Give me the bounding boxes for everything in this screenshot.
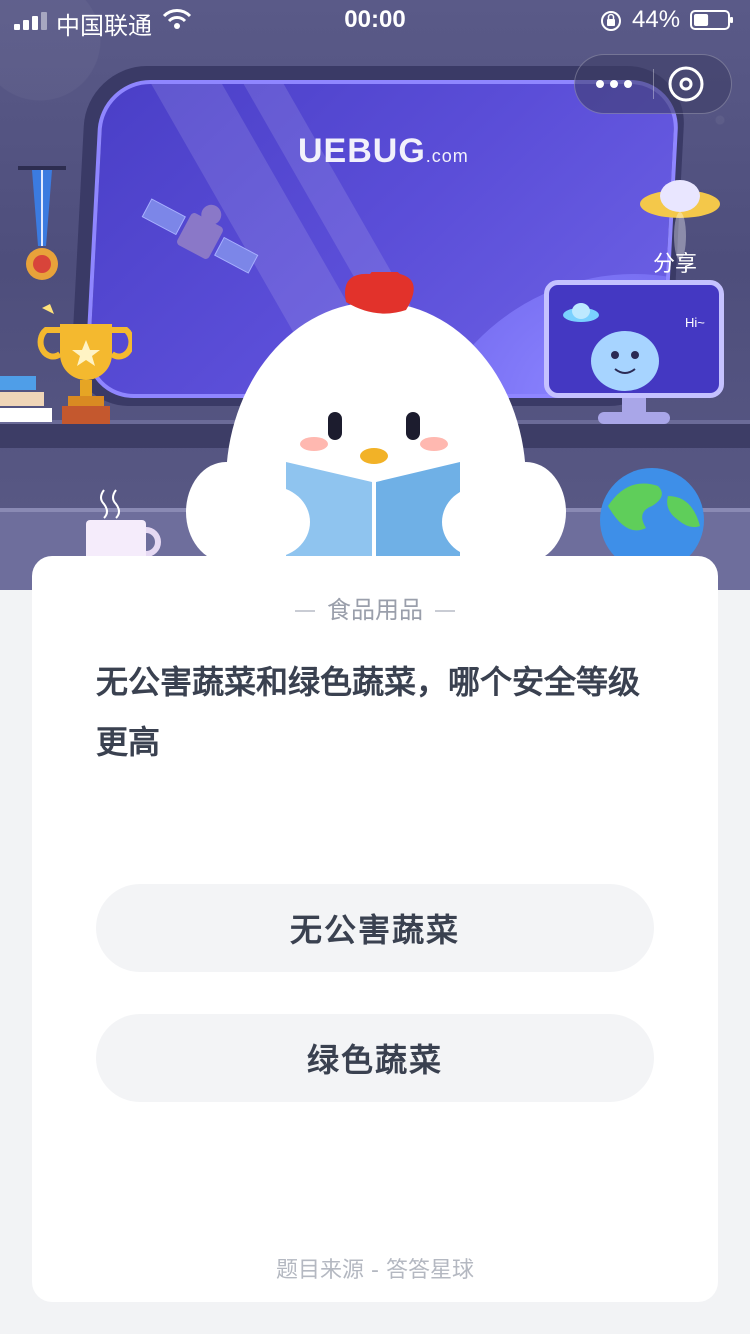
battery-icon (690, 10, 733, 30)
monitor-screen: Hi~ (544, 280, 724, 398)
status-bar: 中国联通 00:00 44% (0, 0, 750, 40)
answer-option-2[interactable]: 绿色蔬菜 (96, 1014, 654, 1102)
books-icon (0, 376, 52, 422)
logo: UEBUG.com (298, 132, 469, 170)
close-button[interactable] (667, 65, 705, 103)
more-dots-icon (596, 80, 604, 88)
alien-illustration (563, 303, 659, 391)
question-source: 题目来源 - 答答星球 (276, 1258, 474, 1283)
more-button[interactable] (575, 55, 653, 113)
hero-scene: UEBUG.com Hi~ 中国联通 00:00 44% (0, 0, 750, 590)
answer-option-1[interactable]: 无公害蔬菜 (96, 884, 654, 972)
question-text: 无公害蔬菜和绿色蔬菜，哪个安全等级更高 (96, 663, 641, 761)
satellite-illustration (141, 198, 259, 274)
rotation-lock-icon (601, 11, 621, 31)
miniprogram-capsule (574, 54, 732, 114)
category-label: 食品用品 (32, 590, 718, 625)
medal-icon (18, 166, 66, 280)
coffee-cup-icon (86, 489, 161, 566)
battery-percent: 44% (632, 6, 681, 33)
share-button-label[interactable]: 分享 (636, 246, 714, 278)
quiz-card: 食品用品 无公害蔬菜和绿色蔬菜，哪个安全等级更高 无公害蔬菜 绿色蔬菜 题目来源… (32, 556, 718, 1302)
monitor-greeting: Hi~ (685, 315, 705, 330)
chick-mascot (186, 272, 566, 572)
